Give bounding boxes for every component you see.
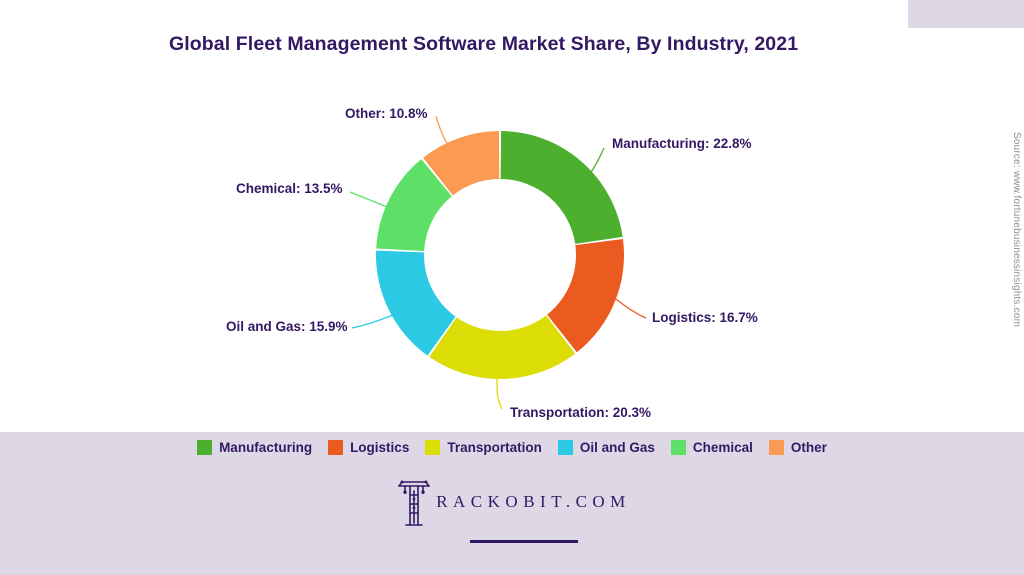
legend-swatch	[768, 440, 784, 455]
leader-line-transportation	[496, 378, 503, 410]
legend-label: Oil and Gas	[579, 440, 655, 455]
data-label-oil-and-gas: Oil and Gas: 15.9%	[226, 319, 348, 334]
leader-line-oil-and-gas	[351, 313, 396, 329]
donut-chart-svg	[349, 115, 647, 410]
legend-swatch	[328, 440, 344, 455]
legend-label: Other	[790, 440, 827, 455]
donut-chart-plot-area: Manufacturing: 22.8% Logistics: 16.7% Tr…	[0, 0, 1024, 432]
legend-item[interactable]: Logistics	[328, 440, 409, 455]
brand-logo-block: RACKOBIT.COM	[0, 477, 1024, 543]
donut-slice-manufacturing[interactable]	[500, 131, 623, 244]
data-label-chemical: Chemical: 13.5%	[236, 181, 343, 196]
legend-label: Logistics	[350, 440, 410, 455]
legend-label: Transportation	[447, 440, 542, 455]
legend-swatch	[197, 440, 213, 455]
data-label-transportation: Transportation: 20.3%	[510, 405, 652, 420]
legend-item[interactable]: Other	[768, 440, 827, 455]
chart-legend: Manufacturing Logistics Transportation Oil …	[0, 440, 1024, 455]
legend-swatch	[670, 440, 686, 455]
data-label-manufacturing: Manufacturing: 22.8%	[612, 136, 752, 151]
legend-item[interactable]: Manufacturing	[197, 440, 312, 455]
logo-underline	[470, 540, 578, 543]
leader-line-chemical	[349, 191, 393, 210]
legend-item[interactable]: Oil and Gas	[557, 440, 655, 455]
donut-slice-transportation[interactable]	[429, 315, 576, 380]
legend-label: Manufacturing	[219, 440, 313, 455]
donut-slice-group	[376, 131, 624, 380]
data-label-logistics: Logistics: 16.7%	[652, 310, 758, 325]
legend-swatch	[557, 440, 573, 455]
brand-wordmark: RACKOBIT.COM	[436, 492, 631, 511]
footer-band: Manufacturing Logistics Transportation Oil …	[0, 432, 1024, 575]
legend-item[interactable]: Chemical	[670, 440, 753, 455]
legend-item[interactable]: Transportation	[425, 440, 542, 455]
source-attribution: Source: www.fortunebusinessinsights.com	[1011, 132, 1022, 328]
legend-label: Chemical	[692, 440, 753, 455]
legend-swatch	[425, 440, 441, 455]
logo-row: RACKOBIT.COM	[393, 477, 631, 529]
data-label-other: Other: 10.8%	[345, 106, 428, 121]
trackobit-circuit-t-logo-icon	[398, 480, 430, 526]
